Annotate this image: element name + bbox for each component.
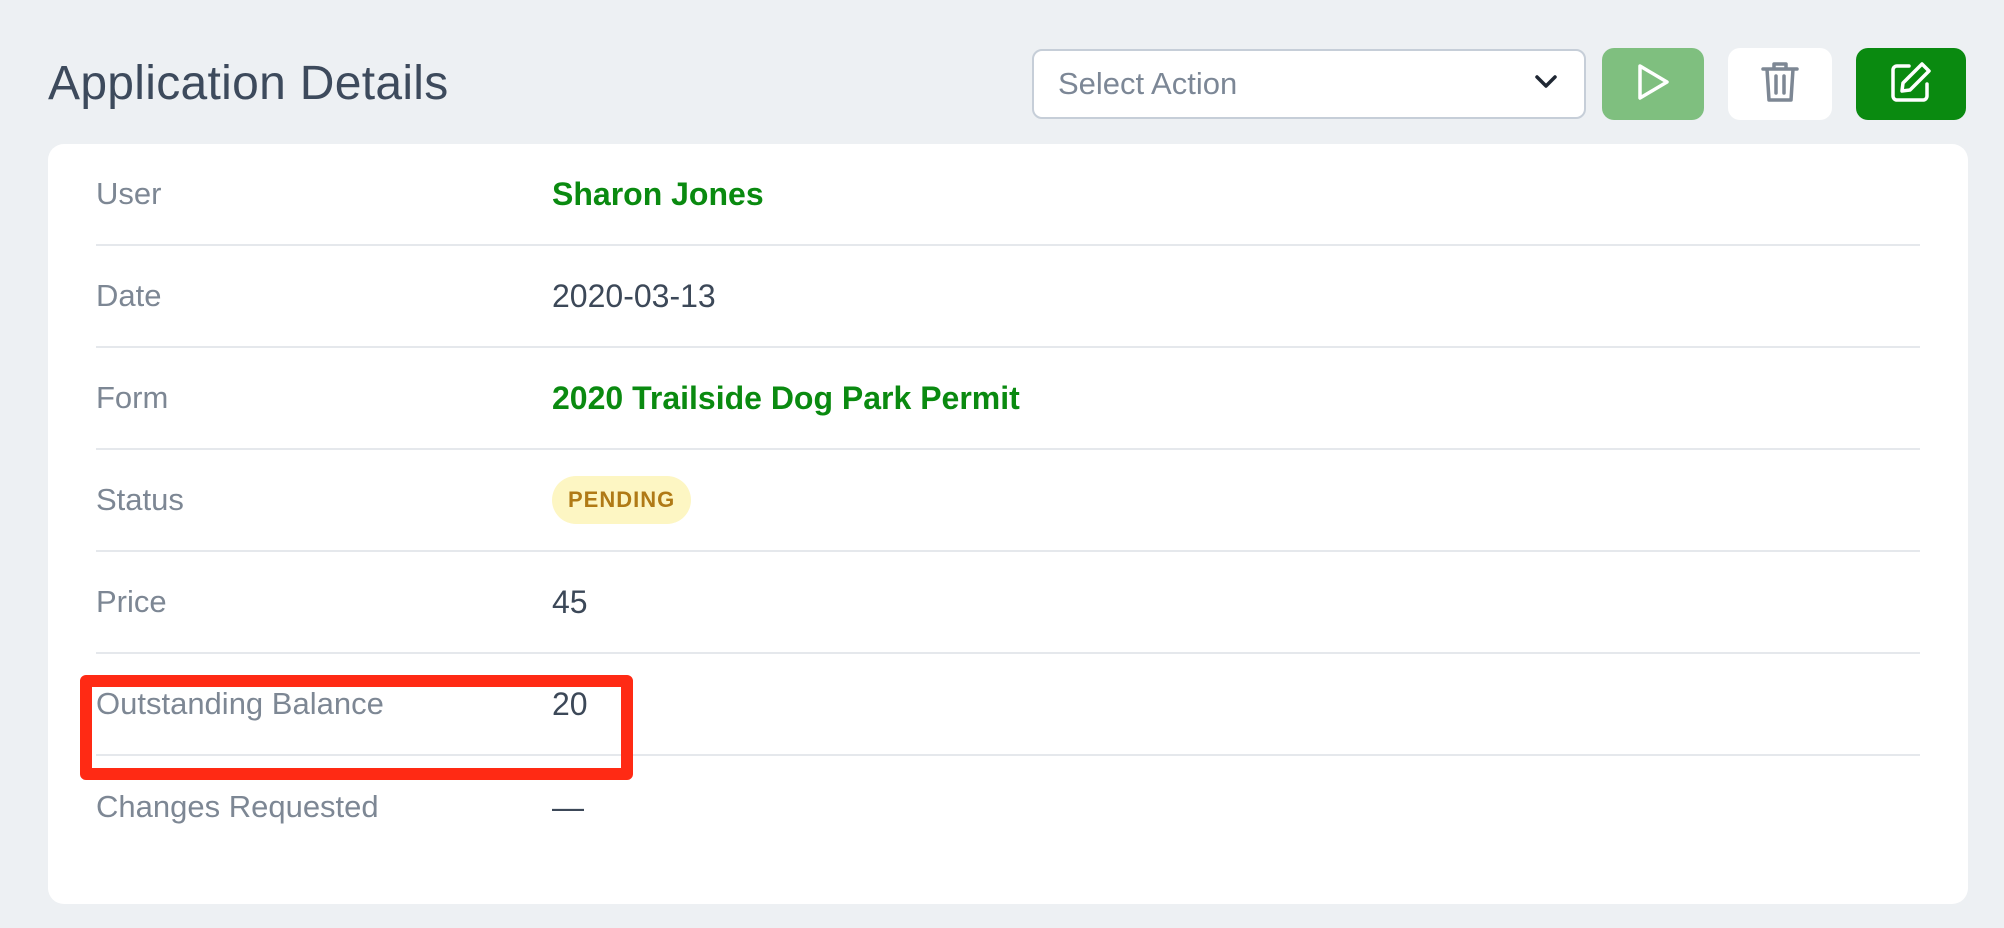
chevron-down-icon — [1534, 74, 1558, 95]
toolbar: Select Action — [1032, 48, 1966, 120]
changes-requested-value: — — [552, 788, 584, 825]
run-action-button[interactable] — [1602, 48, 1704, 120]
play-icon — [1635, 62, 1671, 107]
page-title: Application Details — [48, 57, 449, 110]
price-value: 45 — [552, 583, 588, 620]
detail-label: User — [96, 176, 162, 211]
edit-button[interactable] — [1856, 48, 1966, 120]
select-action-dropdown[interactable]: Select Action — [1032, 49, 1586, 119]
date-value: 2020-03-13 — [552, 277, 716, 314]
outstanding-balance-value: 20 — [552, 685, 588, 722]
detail-row-outstanding-balance: Outstanding Balance 20 — [96, 654, 1920, 756]
detail-row-form: Form 2020 Trailside Dog Park Permit — [96, 348, 1920, 450]
detail-row-user: User Sharon Jones — [96, 144, 1920, 246]
detail-label: Form — [96, 380, 169, 415]
detail-label: Date — [96, 278, 162, 313]
detail-label: Price — [96, 584, 167, 619]
select-action-placeholder: Select Action — [1058, 66, 1238, 101]
details-card: User Sharon Jones Date 2020-03-13 Form 2… — [48, 144, 1968, 904]
detail-row-status: Status PENDING — [96, 450, 1920, 552]
delete-button[interactable] — [1728, 48, 1832, 120]
edit-icon — [1889, 60, 1933, 109]
trash-icon — [1760, 60, 1800, 109]
form-link[interactable]: 2020 Trailside Dog Park Permit — [552, 380, 1020, 417]
detail-label: Outstanding Balance — [96, 686, 384, 721]
detail-row-price: Price 45 — [96, 552, 1920, 654]
detail-label: Status — [96, 482, 184, 517]
detail-label: Changes Requested — [96, 789, 379, 824]
detail-row-changes-requested: Changes Requested — — [96, 756, 1920, 858]
status-badge: PENDING — [552, 476, 692, 524]
detail-row-date: Date 2020-03-13 — [96, 246, 1920, 348]
user-link[interactable]: Sharon Jones — [552, 176, 764, 213]
